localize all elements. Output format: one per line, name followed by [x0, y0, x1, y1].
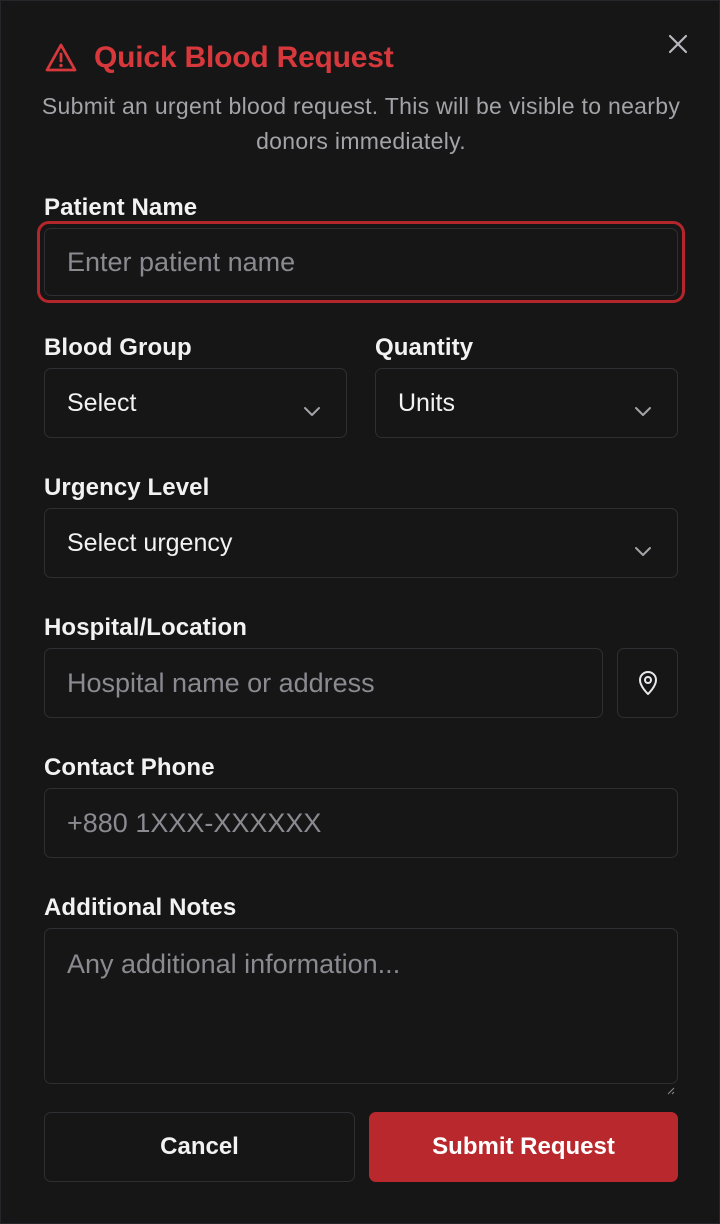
additional-notes-placeholder: Any additional information... [67, 949, 401, 979]
blood-group-label: Blood Group [44, 334, 192, 361]
additional-notes-label: Additional Notes [44, 894, 237, 921]
patient-name-input[interactable]: Enter patient name [44, 228, 678, 296]
contact-phone-input[interactable]: +880 1XXX-XXXXXX [44, 788, 678, 858]
blood-group-value: Select [67, 388, 137, 417]
map-pin-icon [636, 670, 660, 696]
patient-name-label: Patient Name [44, 194, 198, 221]
chevron-down-icon [633, 395, 653, 416]
quantity-value: Units [398, 388, 455, 417]
contact-phone-placeholder: +880 1XXX-XXXXXX [67, 807, 322, 838]
dialog-title: Quick Blood Request [94, 41, 394, 74]
cancel-button[interactable]: Cancel [44, 1112, 355, 1182]
dialog-description: Submit an urgent blood request. This wil… [41, 93, 681, 154]
close-icon [667, 33, 689, 55]
quick-blood-request-dialog: Quick Blood Request Submit an urgent blo… [0, 0, 720, 1224]
dialog-header: Quick Blood Request [44, 41, 394, 75]
resize-handle[interactable] [665, 1071, 675, 1095]
quantity-select[interactable]: Units [375, 368, 678, 438]
urgency-level-value: Select urgency [67, 528, 233, 557]
close-button[interactable] [663, 29, 693, 59]
contact-phone-label: Contact Phone [44, 754, 215, 781]
hospital-location-input[interactable]: Hospital name or address [44, 648, 603, 718]
urgency-level-label: Urgency Level [44, 474, 210, 501]
chevron-down-icon [633, 535, 653, 556]
quantity-label: Quantity [375, 334, 474, 361]
submit-request-button[interactable]: Submit Request [369, 1112, 678, 1182]
additional-notes-textarea[interactable]: Any additional information... [44, 928, 678, 1095]
use-location-button[interactable] [617, 648, 678, 718]
blood-group-select[interactable]: Select [44, 368, 347, 438]
patient-name-placeholder: Enter patient name [67, 246, 296, 277]
urgency-level-select[interactable]: Select urgency [44, 508, 678, 578]
hospital-location-placeholder: Hospital name or address [67, 667, 375, 698]
chevron-down-icon [302, 395, 322, 416]
hospital-location-label: Hospital/Location [44, 614, 248, 641]
warning-triangle-icon [44, 41, 78, 75]
